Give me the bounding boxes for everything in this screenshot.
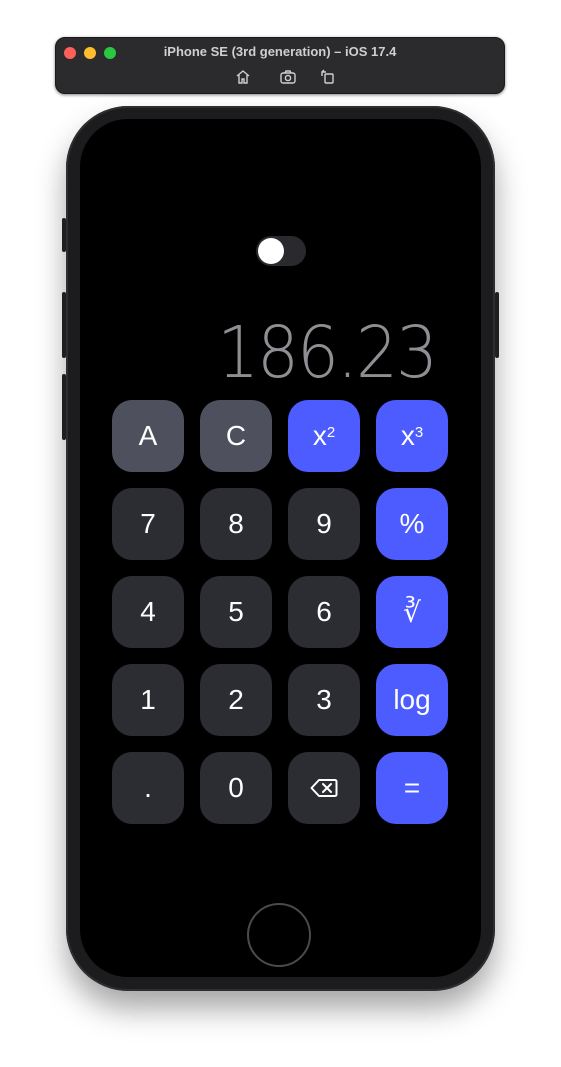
home-icon[interactable] <box>234 68 252 86</box>
digit-6-button[interactable]: 6 <box>288 576 360 648</box>
digit-3-button[interactable]: 3 <box>288 664 360 736</box>
log-button[interactable]: log <box>376 664 448 736</box>
screenshot-icon[interactable] <box>279 68 297 86</box>
square-exponent: 2 <box>326 423 336 441</box>
volume-down-button <box>62 374 66 440</box>
decimal-button[interactable]: . <box>112 752 184 824</box>
square-button[interactable]: x2 <box>288 400 360 472</box>
side-power-button <box>495 292 499 358</box>
simulator-title-bar: iPhone SE (3rd generation) – iOS 17.4 <box>55 37 505 94</box>
delete-left-icon <box>310 779 338 797</box>
cube-button[interactable]: x3 <box>376 400 448 472</box>
all-clear-button[interactable]: A <box>112 400 184 472</box>
calculator-display: 186.23 <box>217 311 438 395</box>
percent-button[interactable]: % <box>376 488 448 560</box>
home-button[interactable] <box>247 903 311 967</box>
square-base: x <box>312 420 327 451</box>
digit-9-button[interactable]: 9 <box>288 488 360 560</box>
digit-0-button[interactable]: 0 <box>200 752 272 824</box>
cube-root-button[interactable]: ∛ <box>376 576 448 648</box>
equals-button[interactable]: = <box>376 752 448 824</box>
backspace-button[interactable] <box>288 752 360 824</box>
toggle-knob <box>258 238 284 264</box>
mute-switch <box>62 218 66 252</box>
cube-base: x <box>400 420 415 451</box>
digit-2-button[interactable]: 2 <box>200 664 272 736</box>
theme-toggle[interactable] <box>256 236 306 266</box>
rotate-icon[interactable] <box>319 68 337 86</box>
digit-4-button[interactable]: 4 <box>112 576 184 648</box>
volume-up-button <box>62 292 66 358</box>
digit-7-button[interactable]: 7 <box>112 488 184 560</box>
window-title: iPhone SE (3rd generation) – iOS 17.4 <box>163 44 397 59</box>
digit-1-button[interactable]: 1 <box>112 664 184 736</box>
cube-exponent: 3 <box>414 423 424 441</box>
digit-5-button[interactable]: 5 <box>200 576 272 648</box>
digit-8-button[interactable]: 8 <box>200 488 272 560</box>
clear-button[interactable]: C <box>200 400 272 472</box>
